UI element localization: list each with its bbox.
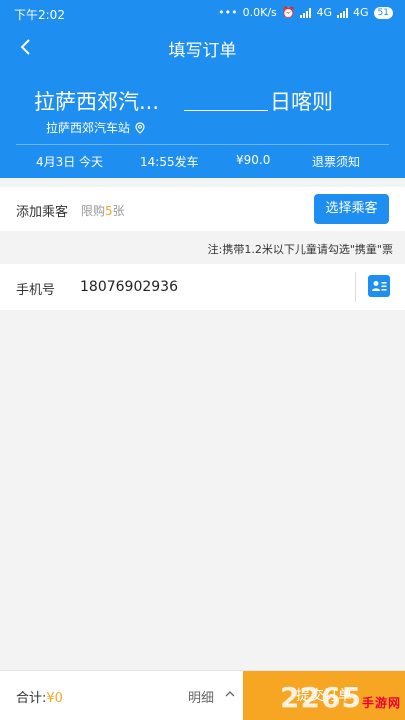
dots-icon: ••• [218,6,238,19]
alarm-icon: ⏰ [281,6,296,19]
destination-city: 日喀则 [270,90,333,114]
network-type-2: 4G [353,6,369,19]
status-icons: ••• 0.0K/s ⏰ 4G 4G 51 [218,6,393,19]
chevron-up-icon[interactable] [224,688,236,700]
phone-separator [355,272,356,302]
phone-input[interactable] [80,276,340,298]
passenger-section: 添加乘客 限购5张 选择乘客 [0,187,405,231]
departure-time: 14:55发车 [140,155,199,169]
ticket-price: ¥90.0 [236,153,271,167]
station-name: 拉萨西郊汽车站 [46,121,131,135]
network-speed: 0.0K/s [242,6,277,19]
signal-icon [300,7,312,18]
child-ticket-note: 注:携带1.2米以下儿童请勾选"携童"票 [207,243,393,256]
origin-city: 拉萨西郊汽... [34,90,160,114]
order-header: 下午2:02 ••• 0.0K/s ⏰ 4G 4G 51 填写订单 拉萨西郊汽.… [0,0,405,178]
trip-day: 今天 [79,155,104,169]
status-time: 下午2:02 [14,8,65,22]
select-passenger-button[interactable]: 选择乘客 [314,194,389,224]
contact-section: 手机号 [0,264,405,310]
submit-order-button[interactable]: 提交订单 [243,671,405,720]
battery-icon: 51 [373,6,393,19]
departure-station[interactable]: 拉萨西郊汽车站 [46,119,146,136]
signal-icon-2 [337,7,349,18]
trip-info: 4月3日 今天 14:55发车 ¥90.0 退票须知 [0,153,405,171]
total-amount: 合计:¥0 [16,691,63,706]
page-title: 填写订单 [168,41,237,61]
contact-card-icon [372,281,387,291]
refund-policy-link[interactable]: 退票须知 [312,153,360,170]
route-summary: 拉萨西郊汽... 日喀则 [34,86,405,116]
add-passenger-label: 添加乘客 [16,205,69,220]
bottom-bar: 合计:¥0 明细 提交订单 2265手游网 [0,670,405,720]
purchase-limit: 限购5张 [81,204,125,218]
header-divider [16,144,389,145]
location-pin-icon [135,121,145,134]
phone-label: 手机号 [16,283,56,298]
trip-date: 4月3日 [36,155,76,169]
route-line [184,110,268,111]
status-bar: 下午2:02 ••• 0.0K/s ⏰ 4G 4G 51 [0,0,405,26]
price-detail-toggle[interactable]: 明细 [188,687,214,706]
nav-bar: 填写订单 [0,30,405,64]
contacts-button[interactable] [368,275,390,297]
network-type-1: 4G [316,6,333,19]
